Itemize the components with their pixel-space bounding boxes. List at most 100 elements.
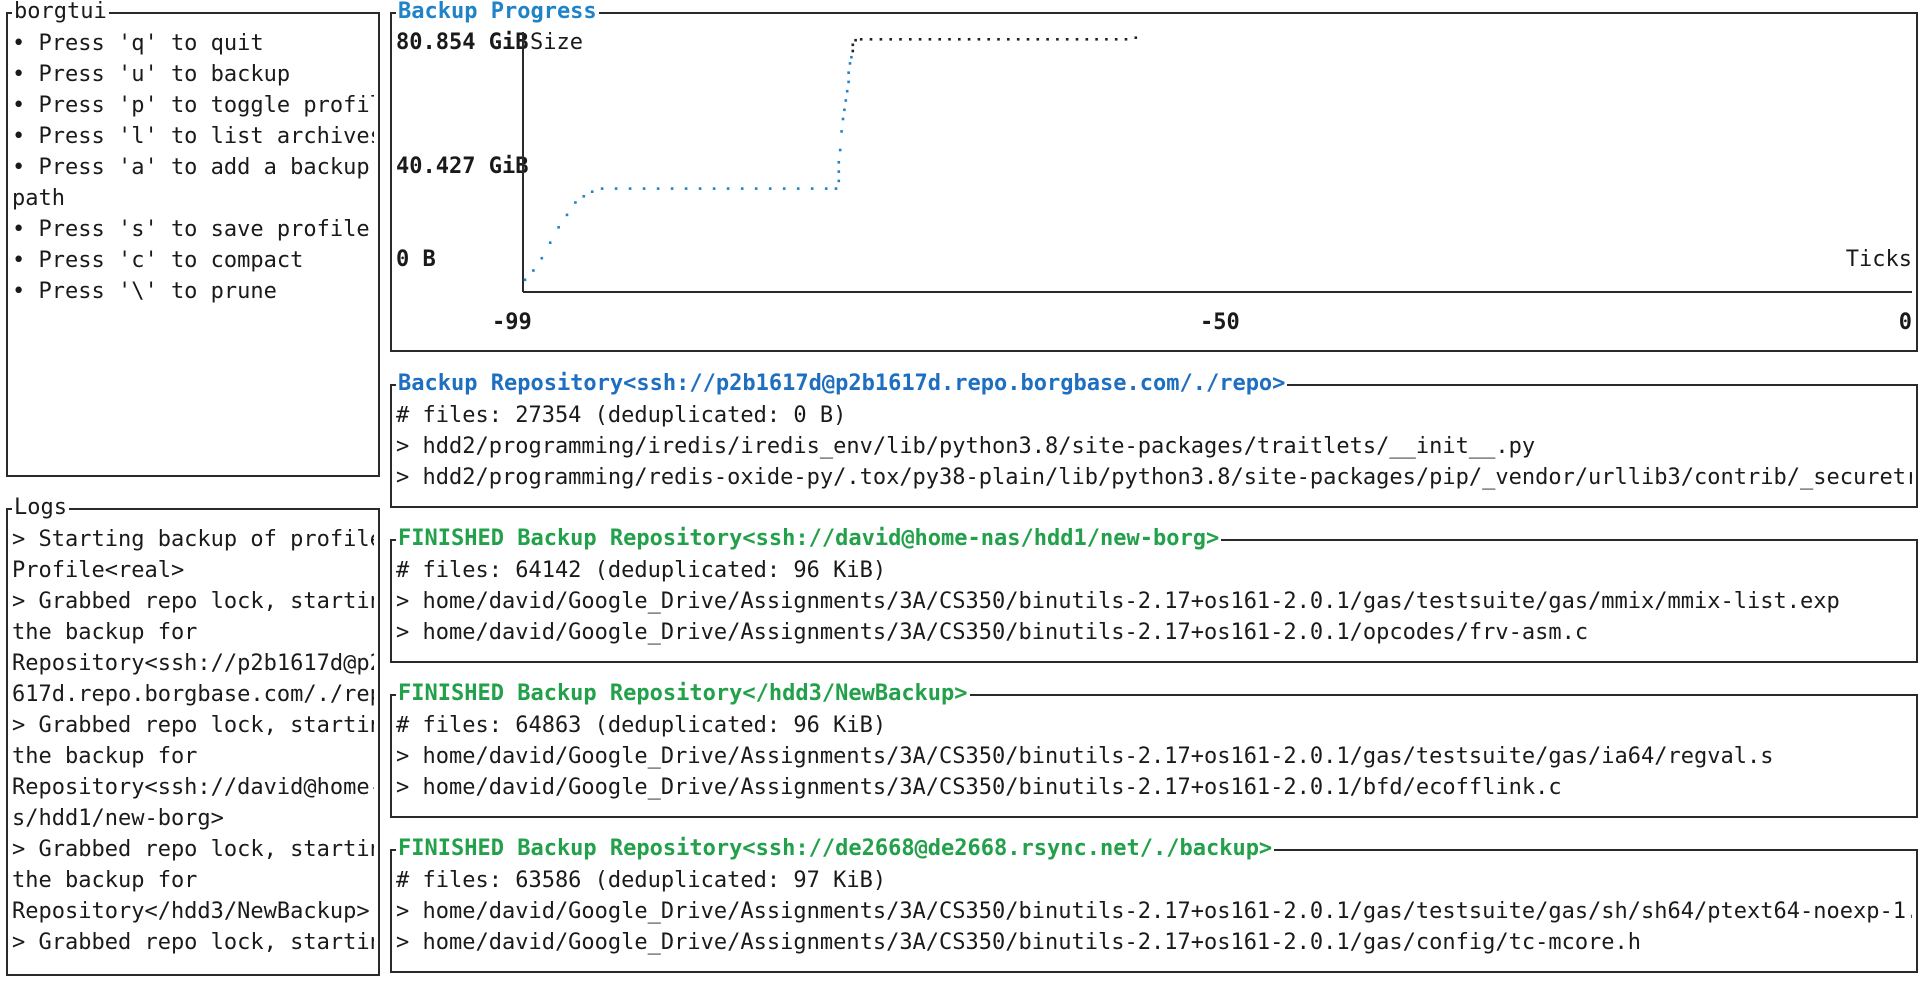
chart-point [869,38,873,41]
chart-point [1026,38,1030,41]
log-line: the backup for [12,744,198,769]
repo-panel: Backup Repository<ssh://p2b1617d@p2b1617… [390,370,1918,508]
log-line: the backup for [12,868,198,893]
help-line: • Press 'u' to backup [12,62,291,87]
chart-point [958,38,961,41]
chart-point [859,38,863,41]
chart-point [1056,38,1059,41]
repo-title: FINISHED Backup Repository<ssh://david@h… [396,525,1222,553]
chart-point [850,55,853,59]
chart-point [670,187,674,190]
logs-panel[interactable]: Logs > Starting backup of profile Profil… [6,494,380,976]
help-line: • Press 's' to save profile [12,217,370,242]
chart-point [600,187,604,190]
chart-point [899,38,902,41]
chart-point [997,38,1000,41]
log-line: the backup for [12,620,198,645]
chart-point [909,38,912,41]
chart-point [1036,38,1040,41]
chart-point [834,187,838,190]
chart-point [582,195,586,198]
help-panel-title: borgtui [12,0,109,26]
chart-point [987,38,990,41]
chart-point [548,241,552,244]
chart-point [824,187,828,190]
log-line: > Grabbed repo lock, starting [12,837,374,862]
chart-point [1046,38,1049,41]
chart-point [557,226,560,229]
chart-point [1007,38,1010,41]
chart-point [879,38,883,41]
chart-point [810,187,814,190]
repo-file-path: > home/david/Google_Drive/Assignments/3A… [396,589,1840,614]
chart-point [1124,38,1128,41]
repo-file-count: # files: 64863 (deduplicated: 96 KiB) [396,713,887,738]
repo-panel: FINISHED Backup Repository<ssh://de2668@… [390,835,1918,973]
chart-point [837,161,841,164]
chart-point [532,269,535,272]
chart-point [1105,38,1108,41]
chart-point [889,38,892,41]
help-lines: • Press 'q' to quit • Press 'u' to backu… [12,28,374,473]
help-panel: borgtui • Press 'q' to quit • Press 'u' … [6,0,380,477]
help-line: • Press 'l' to list archives [12,124,374,149]
log-line: Profile<real> [12,558,185,583]
chart-point [840,130,843,133]
repo-file-path: > home/david/Google_Drive/Assignments/3A… [396,930,1642,955]
chart-point [1075,38,1079,41]
chart-point [1134,36,1138,39]
chart-point [1016,38,1020,41]
repo-file-path: > hdd2/programming/iredis/iredis_env/lib… [396,434,1536,459]
chart-point [565,213,569,217]
chart-point [843,108,846,112]
chart-point [851,43,855,47]
log-line: Repository</hdd3/NewBackup> [12,899,370,924]
chart-points [523,36,1138,282]
progress-chart [522,32,1912,293]
chart-point [967,38,971,41]
chart-point [848,62,852,65]
repo-file-path: > home/david/Google_Drive/Assignments/3A… [396,744,1774,769]
log-line: s/hdd1/new-borg> [12,806,224,831]
chart-point [948,38,951,41]
chart-point [574,201,577,204]
log-line: Repository<ssh://david@home-na [12,775,374,800]
log-line: > Grabbed repo lock, starting [12,713,374,738]
chart-point [523,278,527,282]
chart-point [796,187,800,190]
chart-point [845,89,849,93]
chart-point [540,256,544,260]
chart-point [614,187,618,190]
chart-point [837,170,841,173]
chart-point [851,49,855,53]
repo-title: FINISHED Backup Repository<ssh://de2668@… [396,835,1275,863]
log-line: > Grabbed repo lock, starting [12,589,374,614]
repo-panel: FINISHED Backup Repository<ssh://david@h… [390,525,1918,663]
repo-file-count: # files: 63586 (deduplicated: 97 KiB) [396,868,887,893]
log-line: > Grabbed repo lock, starting [12,930,374,955]
backup-progress-panel: Backup Progress 80.854 GiB 40.427 GiB 0 … [390,0,1918,352]
chart-point [1085,38,1089,41]
chart-point [768,187,772,190]
chart-point [1065,38,1069,41]
chart-point [684,187,688,190]
chart-point [726,187,730,190]
chart-point [838,148,842,152]
help-line: • Press 'q' to quit [12,31,264,56]
chart-point [918,38,922,41]
repo-title: Backup Repository<ssh://p2b1617d@p2b1617… [396,370,1288,398]
log-line: > Starting backup of profile [12,527,374,552]
chart-point [1114,38,1118,41]
repo-file-path: > hdd2/programming/redis-oxide-py/.tox/p… [396,465,1912,490]
chart-point [977,38,981,41]
chart-point [740,187,744,190]
chart-point [656,187,660,190]
log-lines[interactable]: > Starting backup of profile Profile<rea… [12,524,374,972]
chart-point [642,187,646,190]
chart-point [698,187,702,190]
repo-panel: FINISHED Backup Repository</hdd3/NewBack… [390,680,1918,818]
chart-point [928,38,932,41]
help-line: • Press 'a' to add a backup [12,155,370,180]
chart-point [1095,38,1098,41]
help-line: • Press 'c' to compact [12,248,304,273]
